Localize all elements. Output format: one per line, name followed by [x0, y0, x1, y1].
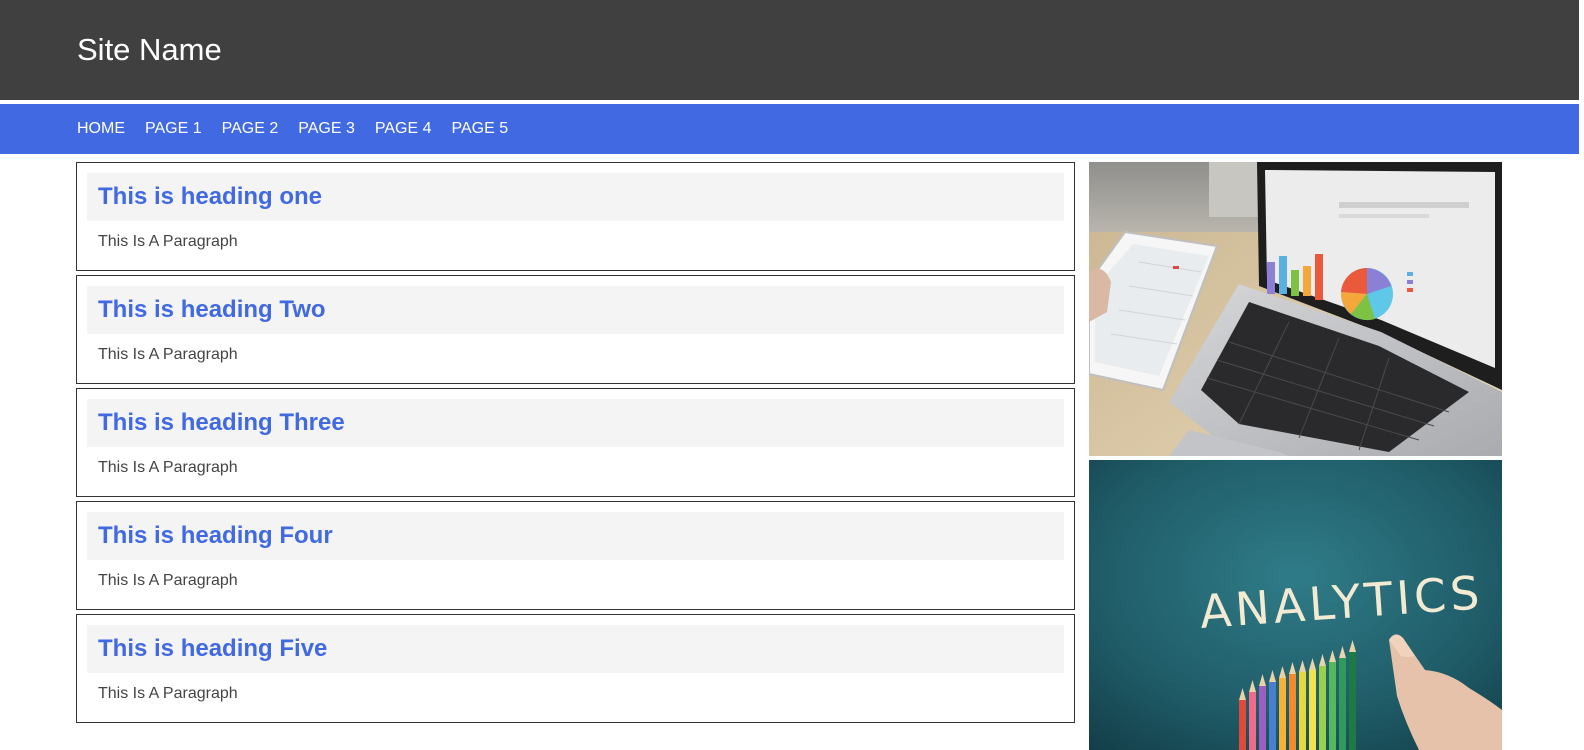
card-heading: This is heading one	[98, 183, 323, 210]
card-paragraph: This Is A Paragraph	[98, 233, 238, 250]
card-paragraph: This Is A Paragraph	[98, 685, 238, 702]
site-title[interactable]: Site Name	[77, 30, 222, 70]
card-heading: This is heading Four	[98, 522, 333, 549]
laptop-chart-image	[1089, 162, 1502, 456]
card-paragraph: This Is A Paragraph	[98, 572, 238, 589]
card-heading-bar: This is heading one	[87, 173, 1064, 221]
content-cards: This is heading one This Is A Paragraph …	[76, 162, 1075, 727]
card-heading-bar: This is heading Three	[87, 399, 1064, 447]
page-right-edge	[1579, 0, 1584, 744]
card-heading-bar: This is heading Five	[87, 625, 1064, 673]
nav-item-page-1[interactable]: PAGE 1	[145, 119, 202, 139]
nav-item-page-2[interactable]: PAGE 2	[222, 119, 279, 139]
card-heading-bar: This is heading Two	[87, 286, 1064, 334]
nav-item-home[interactable]: HOME	[77, 119, 125, 139]
card-paragraph: This Is A Paragraph	[98, 346, 238, 363]
nav-item-page-3[interactable]: PAGE 3	[298, 119, 355, 139]
card-heading: This is heading Two	[98, 296, 326, 323]
card: This is heading Five This Is A Paragraph	[76, 614, 1075, 723]
card: This is heading Four This Is A Paragraph	[76, 501, 1075, 610]
nav-list: HOME PAGE 1 PAGE 2 PAGE 3 PAGE 4 PAGE 5	[77, 104, 528, 154]
main-nav: HOME PAGE 1 PAGE 2 PAGE 3 PAGE 4 PAGE 5	[0, 104, 1579, 154]
card: This is heading Three This Is A Paragrap…	[76, 388, 1075, 497]
nav-item-page-5[interactable]: PAGE 5	[452, 119, 509, 139]
nav-item-page-4[interactable]: PAGE 4	[375, 119, 432, 139]
card-heading: This is heading Three	[98, 409, 345, 436]
card-paragraph: This Is A Paragraph	[98, 459, 238, 476]
site-header: Site Name	[0, 0, 1584, 100]
card: This is heading one This Is A Paragraph	[76, 162, 1075, 271]
analytics-image: ANALYTICS	[1089, 460, 1502, 750]
card-heading: This is heading Five	[98, 635, 328, 662]
card: This is heading Two This Is A Paragraph	[76, 275, 1075, 384]
card-heading-bar: This is heading Four	[87, 512, 1064, 560]
sidebar-images: ANALYTICS	[1089, 162, 1502, 750]
